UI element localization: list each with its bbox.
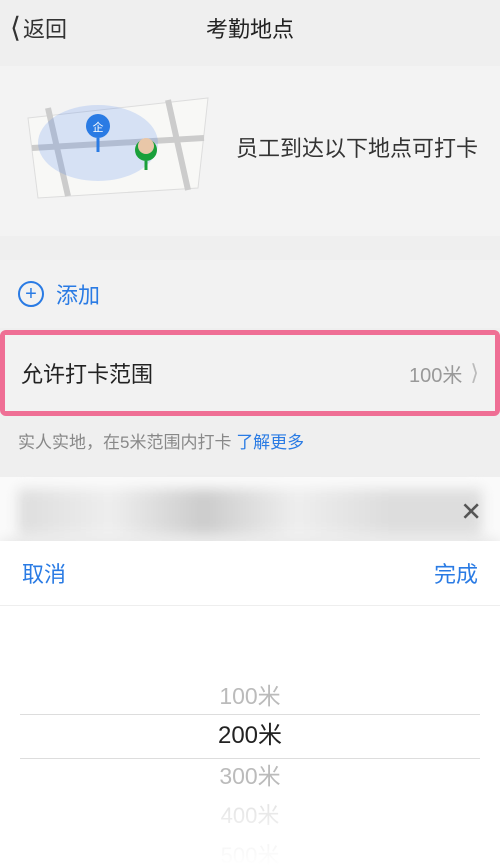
hint-prefix: 实人实地，在5米范围内打卡: [18, 433, 236, 452]
add-button[interactable]: + 添加: [0, 260, 500, 328]
svg-text:企: 企: [93, 120, 104, 134]
range-row-highlight: 允许打卡范围 100米 ⟩: [0, 330, 500, 416]
close-icon[interactable]: ✕: [460, 497, 482, 528]
picker-option[interactable]: 200米: [0, 716, 500, 756]
range-row[interactable]: 允许打卡范围 100米 ⟩: [5, 335, 495, 411]
sheet-toolbar: 取消 完成: [0, 541, 500, 606]
page-title: 考勤地点: [206, 12, 294, 44]
learn-more-link[interactable]: 了解更多: [236, 433, 304, 452]
chevron-right-icon: ⟩: [470, 360, 479, 386]
add-label: 添加: [56, 278, 100, 310]
back-button[interactable]: ⟨ 返回: [10, 0, 67, 56]
map-illustration: 企: [18, 88, 218, 208]
header: ⟨ 返回 考勤地点: [0, 0, 500, 56]
range-label: 允许打卡范围: [21, 357, 153, 389]
info-text: 员工到达以下地点可打卡: [236, 132, 482, 165]
range-value: 100米: [409, 359, 462, 388]
picker-sheet: 取消 完成 100米200米300米400米500米: [0, 541, 500, 866]
location-item-blurred: [18, 489, 482, 535]
chevron-left-icon: ⟨: [10, 14, 21, 42]
picker-option[interactable]: 400米: [0, 796, 500, 836]
location-item[interactable]: ✕: [0, 477, 500, 547]
picker-option[interactable]: 100米: [0, 676, 500, 716]
info-card: 企 员工到达以下地点可打卡: [0, 66, 500, 236]
hint-text: 实人实地，在5米范围内打卡 了解更多: [0, 416, 500, 465]
picker-option[interactable]: 500米: [0, 836, 500, 866]
back-label: 返回: [23, 12, 67, 44]
range-picker[interactable]: 100米200米300米400米500米: [0, 606, 500, 866]
done-button[interactable]: 完成: [434, 557, 478, 589]
plus-icon: +: [18, 281, 44, 307]
cancel-button[interactable]: 取消: [22, 557, 66, 589]
picker-option[interactable]: 300米: [0, 756, 500, 796]
